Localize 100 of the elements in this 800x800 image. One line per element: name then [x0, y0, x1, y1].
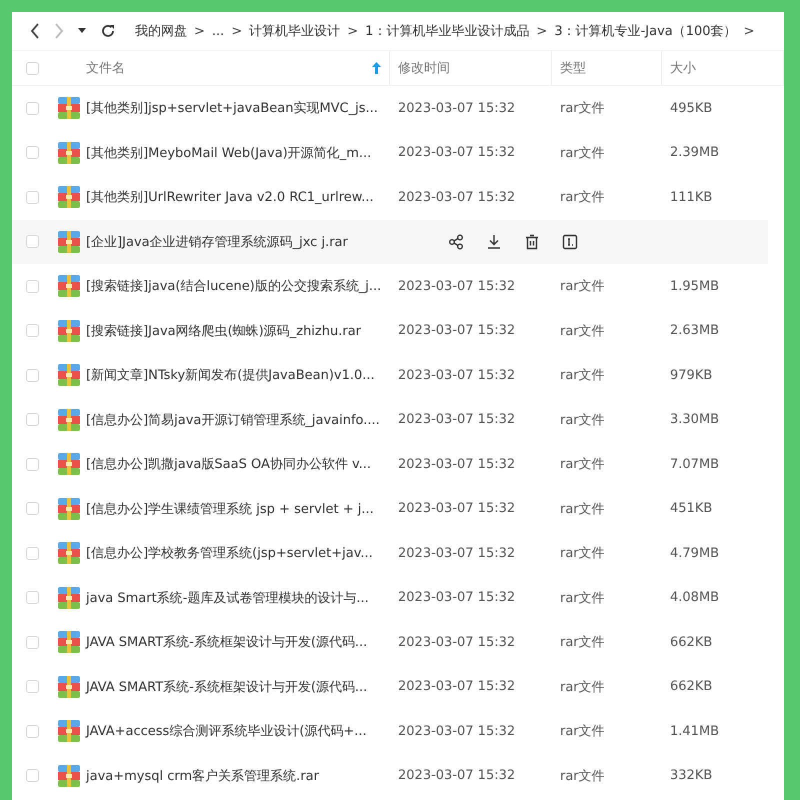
column-header[interactable]: 修改时间: [398, 59, 450, 77]
row-checkbox[interactable]: [26, 502, 39, 516]
forward-icon[interactable]: [54, 23, 64, 39]
file-name[interactable]: java+mysql crm客户关系管理系统.rar: [86, 766, 390, 785]
file-type: rar文件: [559, 367, 606, 384]
row-checkbox[interactable]: [26, 368, 39, 382]
file-type: rar文件: [559, 590, 606, 607]
column-header[interactable]: 类型: [560, 59, 586, 77]
breadcrumb-separator: >: [744, 24, 754, 38]
file-size: 979KB: [669, 368, 714, 383]
archive-icon: [58, 720, 80, 742]
modified-time: 2023-03-07 15:32: [397, 768, 516, 784]
file-name[interactable]: [其他类别]jsp+servlet+javaBean实现MVC_js...: [86, 99, 390, 118]
archive-icon: [58, 586, 80, 609]
file-size: 7.07MB: [669, 456, 720, 472]
select-all-checkbox[interactable]: [26, 62, 39, 74]
archive-icon: [58, 230, 80, 253]
modified-time: 2023-03-07 15:32: [397, 278, 516, 294]
modified-time: 2023-03-07 15:32: [397, 679, 516, 694]
file-size: 662KB: [669, 634, 714, 650]
column-header[interactable]: 文件名: [86, 59, 125, 77]
breadcrumb-link[interactable]: ...: [210, 24, 226, 38]
row-checkbox[interactable]: [26, 413, 39, 426]
file-size: 3.30MB: [669, 412, 720, 428]
row-checkbox[interactable]: [26, 724, 39, 738]
file-name[interactable]: [搜索链接]java(结合lucene)版的公交搜索系统_j...: [86, 277, 390, 296]
row-checkbox[interactable]: [26, 769, 39, 782]
column-header[interactable]: 大小: [670, 59, 696, 77]
file-size: 2.39MB: [669, 145, 720, 160]
dropdown-icon[interactable]: [78, 28, 86, 34]
modified-time: 2023-03-07 15:32: [397, 145, 516, 160]
file-name[interactable]: [信息办公]简易java开源订销管理系统_javainfo....: [86, 410, 390, 429]
modified-time: 2023-03-07 15:32: [397, 634, 516, 650]
archive-icon: [58, 142, 80, 164]
archive-icon: [58, 408, 80, 431]
file-size: 2.63MB: [669, 323, 720, 338]
row-checkbox[interactable]: [26, 324, 39, 338]
archive-icon: [58, 364, 80, 386]
row-checkbox[interactable]: [26, 458, 39, 471]
archive-icon: [58, 764, 80, 787]
file-type: rar文件: [559, 634, 606, 652]
file-name[interactable]: [其他类别]UrlRewriter Java v2.0 RC1_urlrew...: [86, 188, 390, 206]
rename-icon[interactable]: [562, 234, 578, 250]
file-name[interactable]: [企业]Java企业进销存管理系统源码_jxc j.rar: [86, 232, 390, 251]
file-type: rar文件: [559, 500, 606, 518]
breadcrumb-link[interactable]: 1：计算机毕业毕业设计成品: [364, 22, 530, 40]
row-checkbox[interactable]: [26, 280, 39, 293]
modified-time: 2023-03-07 15:32: [397, 456, 516, 472]
breadcrumb-separator: >: [347, 24, 358, 38]
file-name[interactable]: [信息办公]学生课绩管理系统 jsp + servlet + j...: [86, 500, 390, 518]
back-icon[interactable]: [30, 23, 40, 39]
breadcrumb-separator: >: [194, 24, 205, 38]
row-checkbox[interactable]: [26, 636, 39, 649]
file-name[interactable]: java Smart系统-题库及试卷管理模块的设计与...: [86, 588, 390, 607]
file-type: rar文件: [559, 100, 606, 118]
share-icon[interactable]: [448, 234, 464, 250]
file-name[interactable]: [其他类别]MeyboMail Web(Java)开源简化_m...: [86, 144, 390, 162]
archive-icon: [58, 542, 80, 564]
breadcrumb-link[interactable]: 我的网盘: [134, 22, 188, 40]
file-type: rar文件: [559, 545, 606, 562]
modified-time: 2023-03-07 15:32: [397, 501, 516, 516]
breadcrumb-link[interactable]: 计算机毕业设计: [248, 22, 342, 40]
breadcrumb-link[interactable]: 3：计算机专业-Java（100套）: [553, 22, 738, 40]
refresh-icon[interactable]: [100, 23, 116, 39]
modified-time: 2023-03-07 15:32: [397, 724, 516, 739]
breadcrumb-separator: >: [231, 24, 242, 38]
file-name[interactable]: [信息办公]学校教务管理系统(jsp+servlet+jav...: [86, 544, 390, 562]
row-checkbox[interactable]: [26, 190, 39, 204]
archive-icon: [58, 453, 80, 476]
row-checkbox[interactable]: [26, 680, 39, 694]
row-checkbox[interactable]: [26, 591, 39, 604]
file-type: rar文件: [559, 189, 606, 206]
file-type: rar文件: [559, 678, 606, 696]
modified-time: 2023-03-07 15:32: [397, 412, 516, 428]
archive-icon: [58, 320, 80, 342]
archive-icon: [58, 631, 80, 654]
file-name[interactable]: [信息办公]凯撒java版SaaS OA协同办公软件 v...: [86, 455, 390, 474]
file-type: rar文件: [559, 322, 606, 340]
row-checkbox[interactable]: [26, 546, 39, 560]
download-icon[interactable]: [486, 234, 502, 250]
sort-ascending-icon[interactable]: [372, 62, 381, 74]
file-size: 332KB: [669, 768, 714, 784]
archive-icon: [58, 498, 80, 520]
file-size: 111KB: [669, 190, 714, 205]
row-checkbox[interactable]: [26, 146, 39, 160]
breadcrumb-separator: >: [536, 24, 548, 38]
hovered-row[interactable]: [企业]Java企业进销存管理系统源码_jxc j.rar: [12, 220, 768, 264]
delete-icon[interactable]: [524, 234, 540, 250]
modified-time: 2023-03-07 15:32: [397, 368, 516, 383]
row-checkbox[interactable]: [26, 235, 39, 248]
modified-time: 2023-03-07 15:32: [397, 190, 516, 205]
file-size: 662KB: [669, 679, 714, 694]
file-name[interactable]: JAVA+access综合测评系统毕业设计(源代码+...: [86, 722, 390, 740]
file-name[interactable]: [新闻文章]NTsky新闻发布(提供JavaBean)v1.0...: [86, 366, 390, 384]
file-name[interactable]: JAVA SMART系统-系统框架设计与开发(源代码...: [86, 633, 390, 652]
row-checkbox[interactable]: [26, 102, 39, 115]
file-type: rar文件: [559, 768, 606, 785]
file-name[interactable]: JAVA SMART系统-系统框架设计与开发(源代码...: [86, 678, 390, 696]
file-size: 1.95MB: [669, 278, 720, 294]
file-name[interactable]: [搜索链接]Java网络爬虫(蜘蛛)源码_zhizhu.rar: [86, 322, 390, 340]
